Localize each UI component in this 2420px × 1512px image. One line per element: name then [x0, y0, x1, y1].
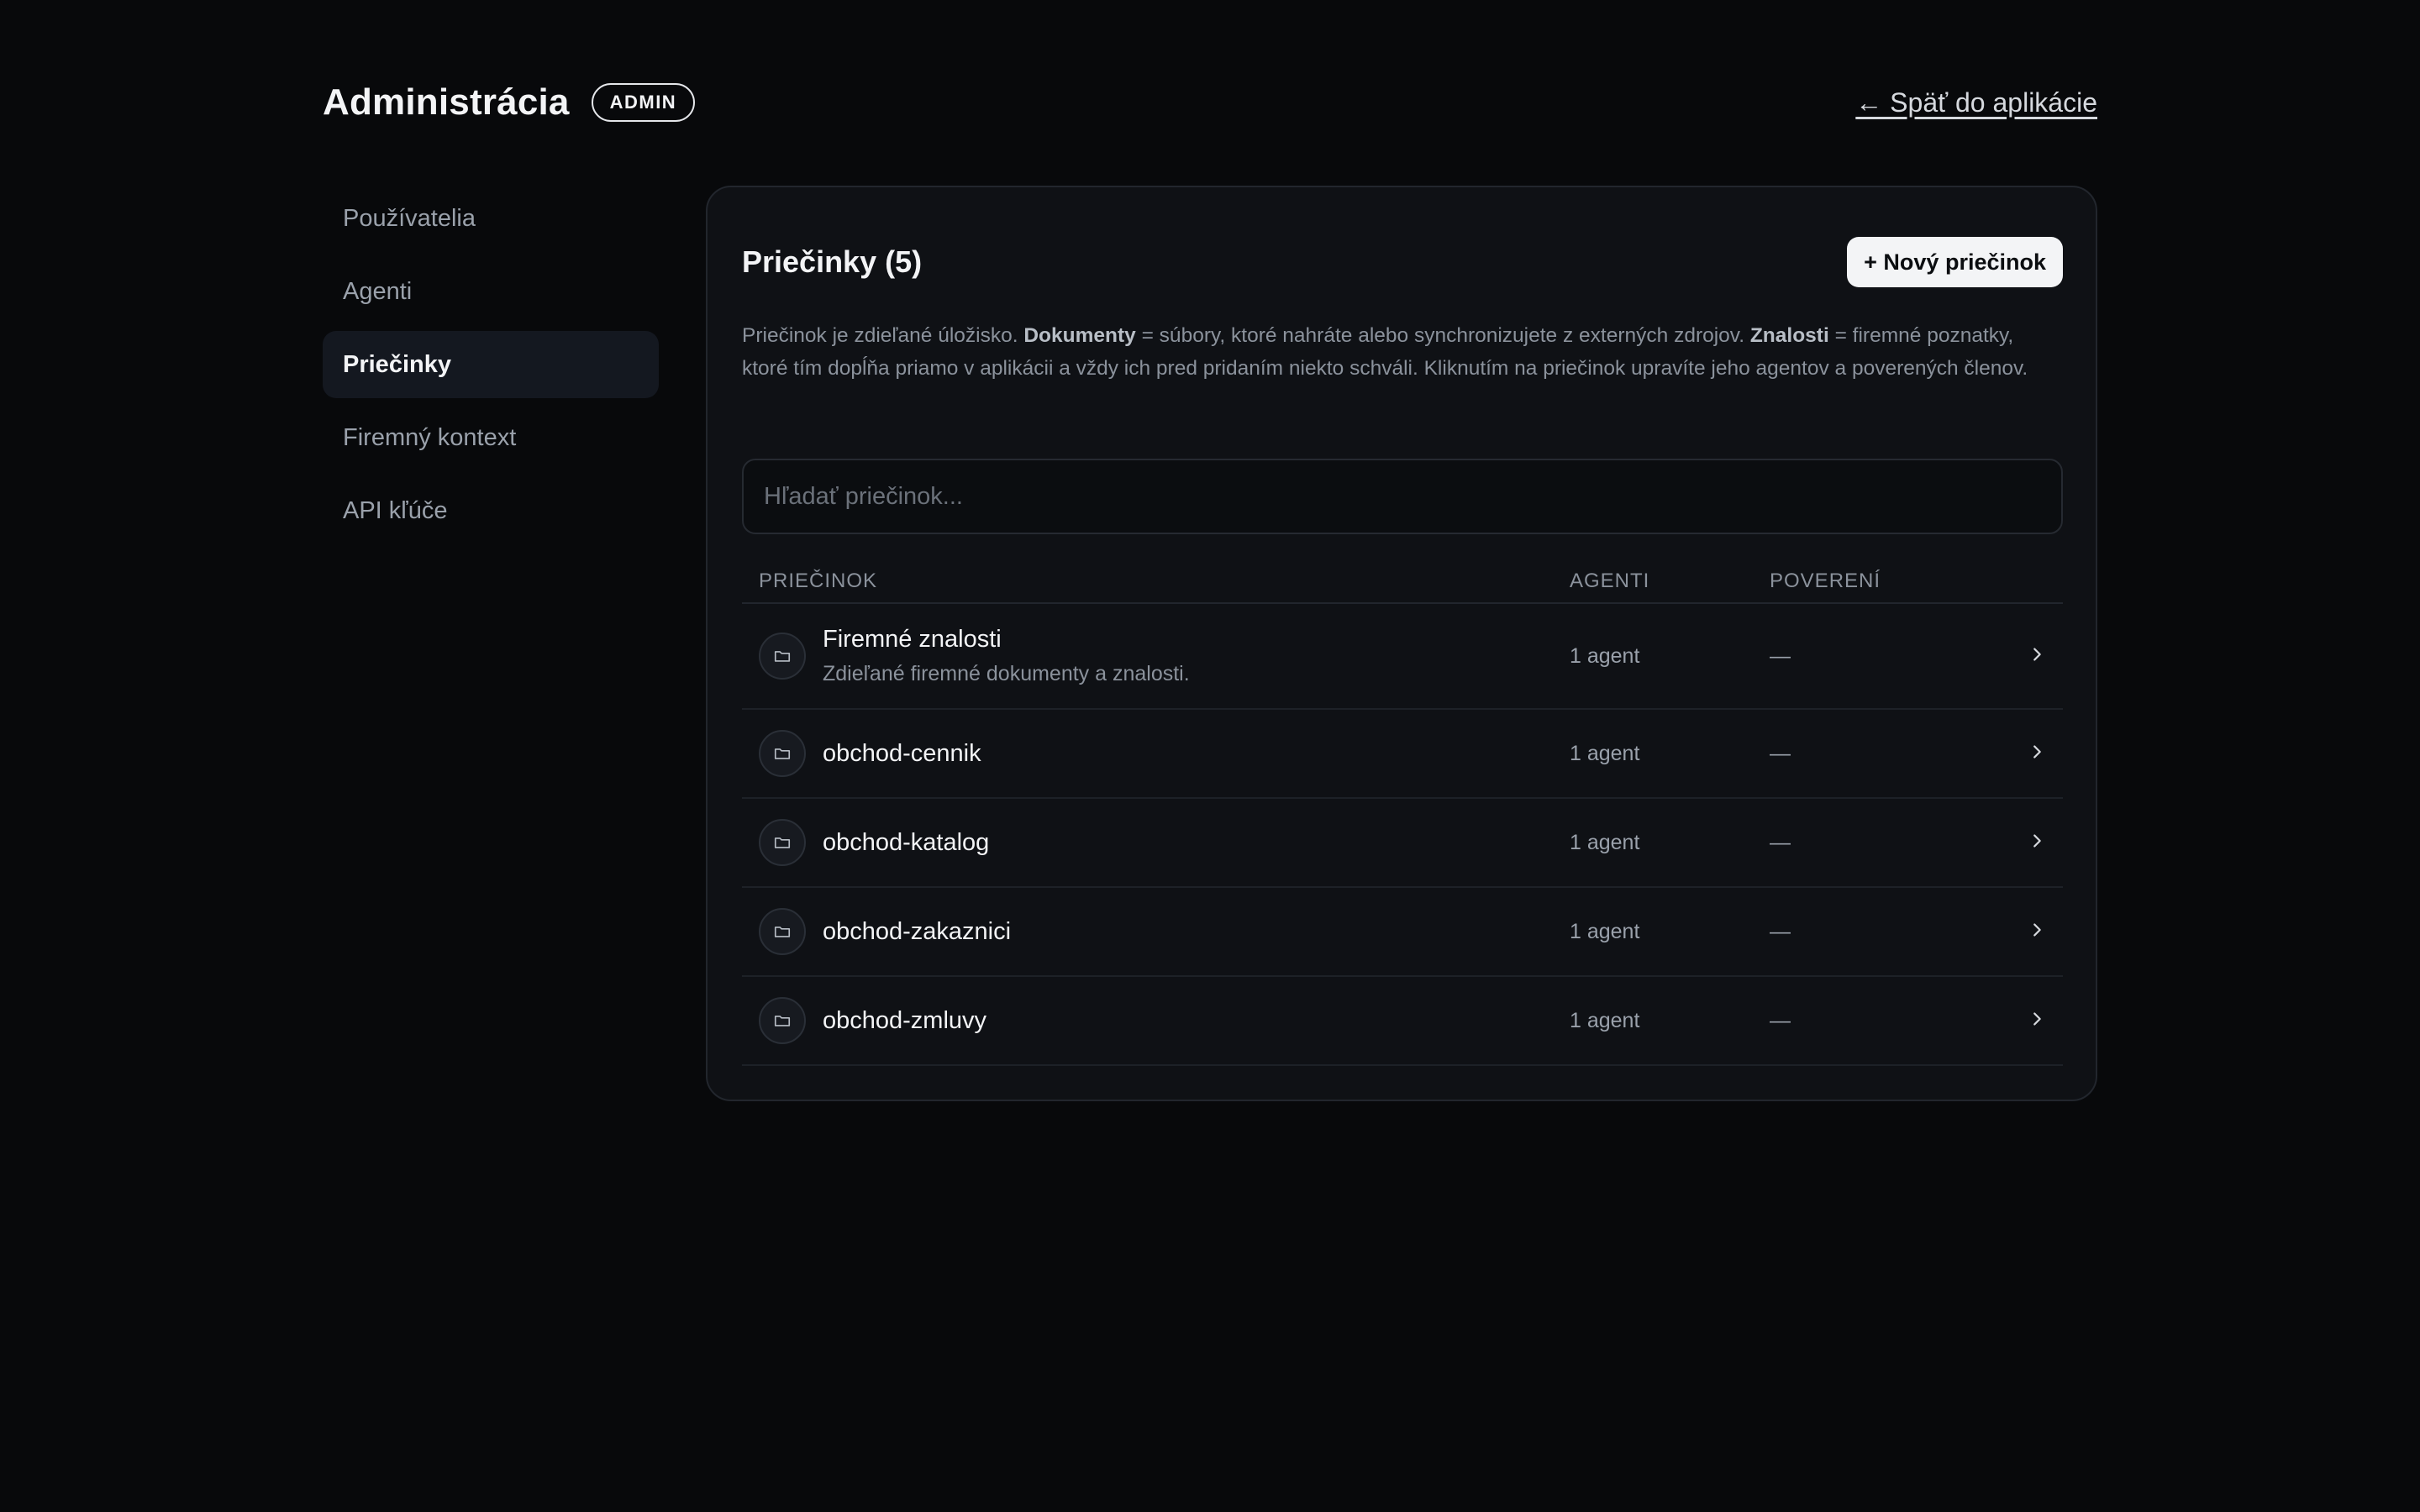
folder-search-input[interactable] [742, 459, 2063, 534]
row-text: obchod-cennik [823, 740, 981, 768]
row-text: obchod-katalog [823, 829, 989, 857]
folder-agents-count: 1 agent [1570, 741, 1640, 765]
chevron-right-icon[interactable] [2028, 832, 2046, 854]
folder-delegated: — [1770, 643, 1791, 668]
folder-name: obchod-zakaznici [823, 917, 1012, 945]
row-name-cell: obchod-cennik [742, 730, 1570, 777]
row-name-cell: obchod-zakaznici [742, 908, 1570, 955]
folder-icon [759, 633, 806, 680]
folders-table: PRIEČINOK AGENTI POVERENÍ Firemné znalos… [742, 560, 2063, 1066]
folder-agents-count: 1 agent [1570, 919, 1640, 943]
row-chevron-cell [2005, 743, 2063, 765]
table-row[interactable]: obchod-katalog 1 agent — [742, 799, 2063, 888]
column-header-delegated[interactable]: POVERENÍ [1770, 570, 2005, 593]
row-name-cell: Firemné znalosti Zdieľané firemné dokume… [742, 626, 1570, 686]
folder-name: obchod-katalog [823, 828, 990, 856]
column-header-folder[interactable]: PRIEČINOK [742, 570, 1570, 593]
panel-header: Priečinky (5) + Nový priečinok [742, 236, 2063, 288]
folder-name: Firemné znalosti [823, 626, 1002, 653]
folder-agents-count: 1 agent [1570, 1008, 1640, 1032]
folders-panel: Priečinky (5) + Nový priečinok Priečinok… [706, 186, 2097, 1101]
folder-name: obchod-zmluvy [823, 1006, 987, 1034]
description-knowledge-term: Znalosti [1749, 324, 1829, 347]
chevron-right-icon[interactable] [2028, 921, 2046, 943]
sidebar-item-users[interactable]: Používatelia [323, 185, 659, 252]
folder-delegated: — [1770, 830, 1791, 854]
folder-icon [759, 730, 806, 777]
chevron-right-icon[interactable] [2028, 645, 2046, 668]
table-row[interactable]: obchod-zakaznici 1 agent — [742, 888, 2063, 977]
folder-icon [759, 997, 806, 1044]
table-row[interactable]: obchod-zmluvy 1 agent — [742, 977, 2063, 1066]
panel-title: Priečinky (5) [742, 244, 923, 279]
row-name-cell: obchod-zmluvy [742, 997, 1570, 1044]
chevron-right-icon[interactable] [2028, 1010, 2046, 1032]
header-left: Administrácia ADMIN [323, 81, 696, 123]
row-name-cell: obchod-katalog [742, 819, 1570, 866]
folder-agents-count: 1 agent [1570, 643, 1640, 668]
page-header: Administrácia ADMIN ← Späť do aplikácie [323, 79, 2097, 126]
folder-icon [759, 908, 806, 955]
row-text: obchod-zmluvy [823, 1007, 986, 1035]
description-part-1: Priečinok je zdieľané úložisko. [742, 324, 1024, 347]
folder-delegated: — [1770, 919, 1791, 943]
row-chevron-cell [2005, 1010, 2063, 1032]
table-row[interactable]: obchod-cennik 1 agent — [742, 710, 2063, 799]
folder-icon [759, 819, 806, 866]
folder-delegated: — [1770, 1008, 1791, 1032]
page-title: Administrácia [323, 81, 570, 123]
sidebar-nav: Používatelia Agenti Priečinky Firemný ko… [323, 185, 659, 550]
description-documents-term: Dokumenty [1023, 324, 1136, 347]
row-chevron-cell [2005, 921, 2063, 943]
row-chevron-cell [2005, 832, 2063, 854]
column-header-agents[interactable]: AGENTI [1570, 570, 1770, 593]
back-to-app-link[interactable]: ← Späť do aplikácie [1855, 87, 2097, 118]
panel-description: Priečinok je zdieľané úložisko. Dokument… [742, 319, 2063, 385]
chevron-right-icon[interactable] [2028, 743, 2046, 765]
folder-agents-count: 1 agent [1570, 830, 1640, 854]
table-header: PRIEČINOK AGENTI POVERENÍ [742, 560, 2063, 604]
sidebar-item-company-context[interactable]: Firemný kontext [323, 404, 659, 471]
table-row[interactable]: Firemné znalosti Zdieľané firemné dokume… [742, 604, 2063, 710]
folder-name: obchod-cennik [823, 739, 981, 767]
description-part-2: = súbory, ktoré nahráte alebo synchroniz… [1135, 324, 1750, 347]
sidebar-item-folders[interactable]: Priečinky [323, 331, 659, 398]
admin-badge: ADMIN [591, 83, 696, 122]
row-text: obchod-zakaznici [823, 918, 1011, 946]
row-chevron-cell [2005, 645, 2063, 668]
row-text: Firemné znalosti Zdieľané firemné dokume… [823, 626, 1190, 686]
sidebar-item-agents[interactable]: Agenti [323, 258, 659, 325]
new-folder-button[interactable]: + Nový priečinok [1847, 237, 2063, 287]
folder-delegated: — [1770, 741, 1791, 765]
folder-subtitle: Zdieľané firemné dokumenty a znalosti. [823, 662, 1190, 685]
sidebar-item-api-keys[interactable]: API kľúče [323, 477, 659, 544]
